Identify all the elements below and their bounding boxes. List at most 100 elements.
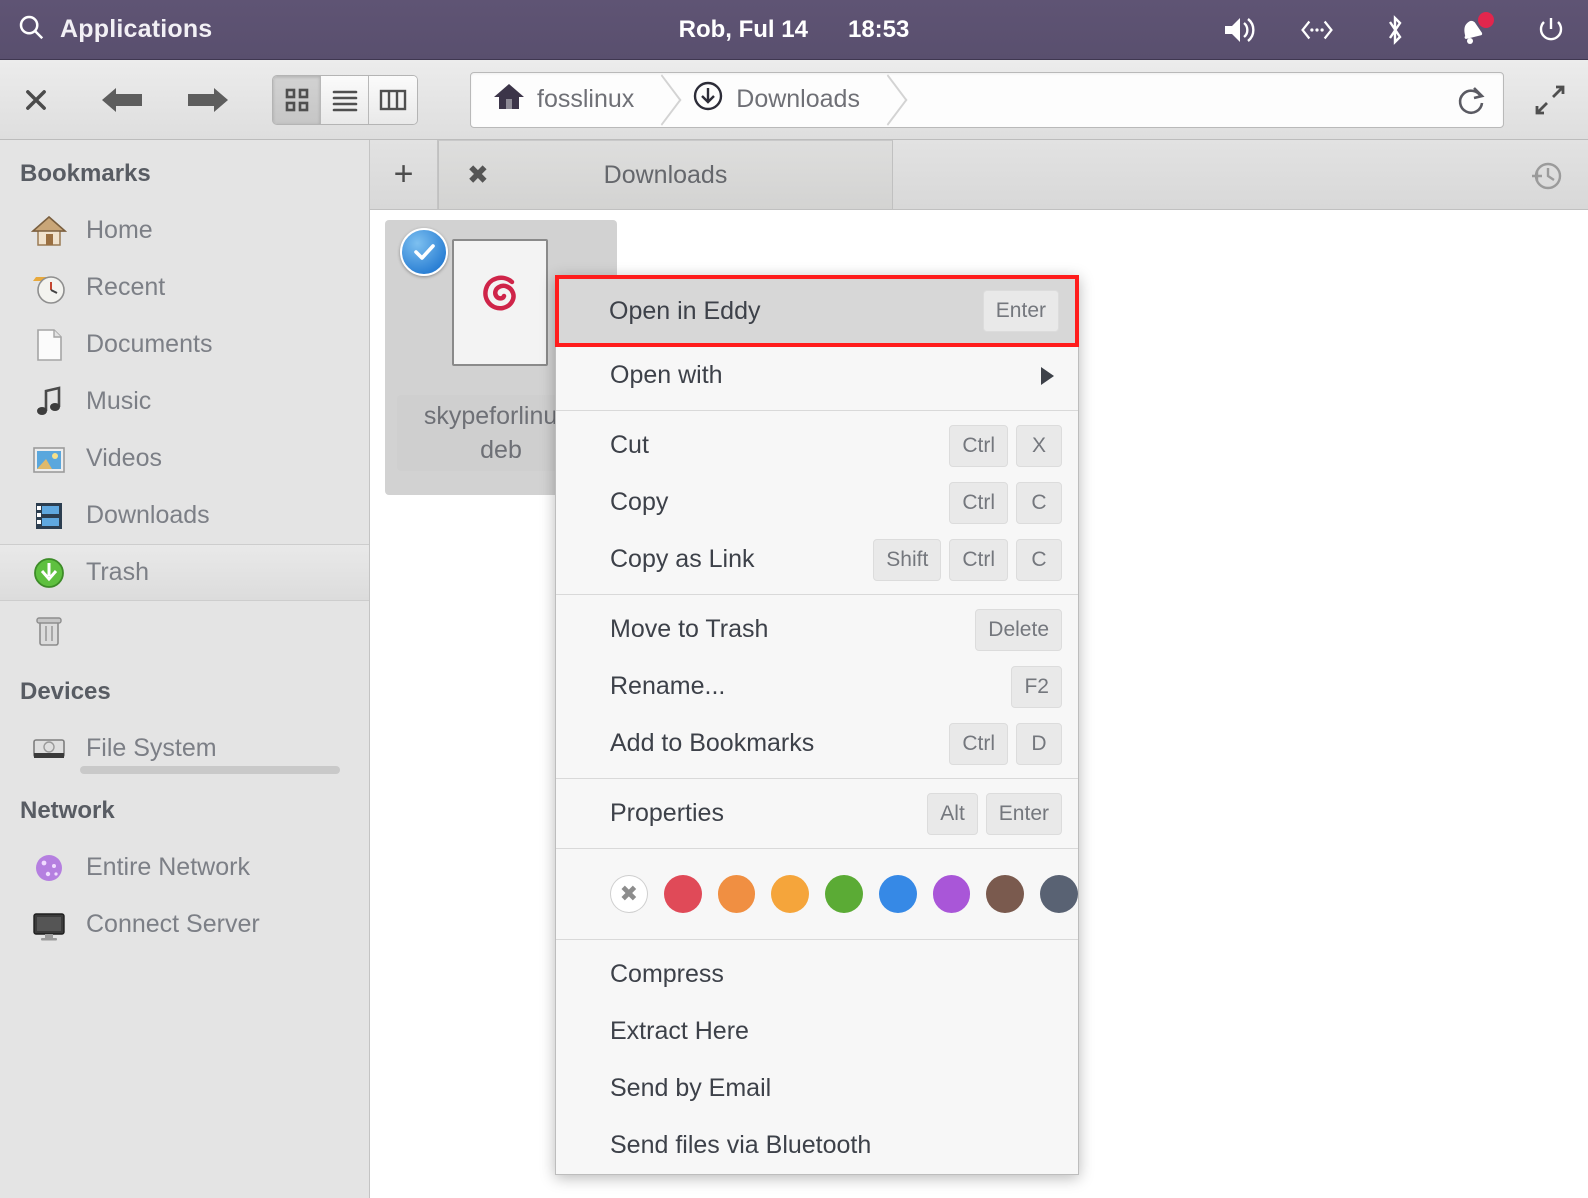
sidebar-item-entire-network[interactable]: Entire Network [0, 839, 369, 896]
close-window-button[interactable] [8, 72, 64, 128]
back-arrow-icon[interactable] [94, 72, 150, 128]
picture-icon [30, 440, 68, 478]
breadcrumb-item-home[interactable]: fosslinux [471, 73, 644, 127]
menu-item-label: Move to Trash [610, 615, 975, 644]
color-tag-slate[interactable] [1040, 875, 1078, 913]
disk-usage-bar [80, 766, 340, 774]
key-badge: Ctrl [949, 425, 1008, 467]
menu-item-properties[interactable]: Properties Alt Enter [556, 785, 1078, 842]
sidebar-section-devices-title: Devices [0, 658, 369, 720]
menu-separator [556, 778, 1078, 779]
panel-tray [1222, 0, 1568, 60]
sidebar-item-file-system[interactable]: File System [0, 720, 369, 777]
grid-view-button[interactable] [273, 76, 321, 124]
network-icon[interactable] [1300, 13, 1334, 47]
color-tag-yellow[interactable] [771, 875, 809, 913]
home-icon [493, 81, 525, 118]
menu-item-compress[interactable]: Compress [556, 946, 1078, 1003]
sidebar-item-videos[interactable]: Downloads [0, 487, 369, 544]
applications-menu-label[interactable]: Applications [60, 15, 212, 44]
color-tag-blue[interactable] [879, 875, 917, 913]
menu-item-shortcut: Ctrl X [949, 425, 1062, 467]
breadcrumb-label-home: fosslinux [537, 85, 634, 114]
hard-drive-icon [30, 730, 68, 768]
sidebar-item-home[interactable]: Home [0, 202, 369, 259]
sidebar-item-downloads[interactable]: Trash [0, 544, 369, 601]
tab-close-icon[interactable]: ✖ [467, 160, 489, 191]
context-menu: Open in Eddy Enter Open with Cut Ctrl X … [555, 275, 1079, 1175]
sidebar-item-trash[interactable] [0, 601, 369, 658]
debian-package-icon [452, 239, 548, 366]
clock-icon [30, 269, 68, 307]
color-tag-brown[interactable] [986, 875, 1024, 913]
breadcrumb-item-downloads[interactable]: Downloads [670, 73, 870, 127]
notification-badge [1478, 12, 1494, 28]
key-badge: Delete [975, 609, 1062, 651]
tab-bar: + ✖ Downloads [370, 140, 1588, 210]
sidebar-item-pictures[interactable]: Videos [0, 430, 369, 487]
menu-item-label: Send files via Bluetooth [610, 1131, 1062, 1160]
menu-item-copy-as-link[interactable]: Copy as Link Shift Ctrl C [556, 531, 1078, 588]
music-note-icon [30, 383, 68, 421]
list-view-button[interactable] [321, 76, 369, 124]
sidebar-item-music[interactable]: Music [0, 373, 369, 430]
menu-item-copy[interactable]: Copy Ctrl C [556, 474, 1078, 531]
color-tag-purple[interactable] [933, 875, 971, 913]
menu-separator [556, 410, 1078, 411]
color-tag-red[interactable] [664, 875, 702, 913]
menu-item-label: Extract Here [610, 1017, 1062, 1046]
panel-left-group: Applications [0, 12, 212, 47]
menu-item-label: Open in Eddy [609, 297, 983, 326]
key-badge: Enter [983, 290, 1059, 332]
refresh-icon[interactable] [1453, 82, 1489, 118]
sidebar-item-label: Recent [86, 273, 165, 302]
menu-item-extract-here[interactable]: Extract Here [556, 1003, 1078, 1060]
chevron-right-icon [1041, 367, 1054, 385]
menu-item-shortcut: Ctrl D [949, 723, 1062, 765]
history-clock-icon[interactable] [1526, 155, 1566, 195]
sidebar-item-connect-server[interactable]: Connect Server [0, 896, 369, 953]
panel-time[interactable]: 18:53 [848, 16, 909, 44]
new-tab-button[interactable]: + [370, 140, 438, 209]
menu-item-send-by-email[interactable]: Send by Email [556, 1060, 1078, 1117]
sidebar-item-label: Downloads [86, 501, 210, 530]
color-tag-no-color[interactable]: ✖ [610, 875, 648, 913]
volume-icon[interactable] [1222, 13, 1256, 47]
power-icon[interactable] [1534, 13, 1568, 47]
menu-separator [556, 939, 1078, 940]
menu-item-shortcut: Shift Ctrl C [873, 539, 1062, 581]
search-icon[interactable] [16, 12, 46, 47]
expand-icon[interactable] [1520, 72, 1580, 128]
forward-arrow-icon[interactable] [180, 72, 236, 128]
panel-date[interactable]: Rob, Ful 14 [679, 16, 808, 44]
trash-icon [30, 611, 68, 649]
bluetooth-icon[interactable] [1378, 13, 1412, 47]
sidebar-item-label: Connect Server [86, 910, 260, 939]
sidebar-item-recent[interactable]: Recent [0, 259, 369, 316]
menu-item-shortcut: Enter [983, 290, 1059, 332]
sidebar-item-label: Videos [86, 444, 162, 473]
column-view-button[interactable] [369, 76, 417, 124]
sidebar-item-label: Documents [86, 330, 212, 359]
home-icon [30, 212, 68, 250]
sidebar-item-documents[interactable]: Documents [0, 316, 369, 373]
color-tag-orange[interactable] [718, 875, 756, 913]
monitor-icon [30, 906, 68, 944]
notification-bell-icon[interactable] [1456, 13, 1490, 47]
menu-item-add-to-bookmarks[interactable]: Add to Bookmarks Ctrl D [556, 715, 1078, 772]
sidebar-item-label: Trash [86, 558, 149, 587]
tab-downloads[interactable]: ✖ Downloads [438, 140, 893, 209]
color-tag-green[interactable] [825, 875, 863, 913]
menu-item-send-files-via-bluetooth[interactable]: Send files via Bluetooth [556, 1117, 1078, 1174]
breadcrumb[interactable]: fosslinux Downloads [470, 72, 1504, 128]
menu-item-cut[interactable]: Cut Ctrl X [556, 417, 1078, 474]
top-panel: Applications Rob, Ful 14 18:53 [0, 0, 1588, 60]
sidebar-section-network-title: Network [0, 777, 369, 839]
desktop-root: Applications Rob, Ful 14 18:53 [0, 0, 1588, 1198]
menu-item-open-in-eddy[interactable]: Open in Eddy Enter [555, 275, 1079, 347]
menu-item-rename[interactable]: Rename... F2 [556, 658, 1078, 715]
menu-item-open-with[interactable]: Open with [556, 347, 1078, 404]
menu-item-label: Rename... [610, 672, 1011, 701]
menu-item-move-to-trash[interactable]: Move to Trash Delete [556, 601, 1078, 658]
key-badge: D [1016, 723, 1062, 765]
